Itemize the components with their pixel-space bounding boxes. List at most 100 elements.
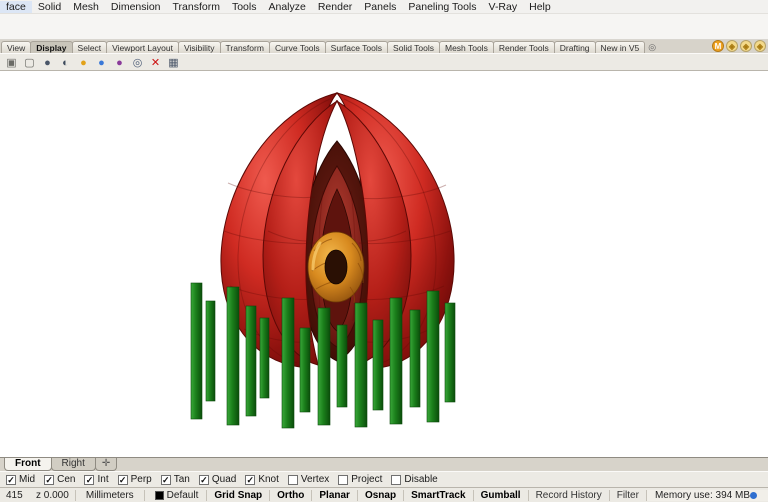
toolbar-tabs: View Display Select Viewport Layout Visibili… (1, 41, 646, 53)
checkbox-cen[interactable]: ✓ (44, 474, 55, 485)
tab-display[interactable]: Display (30, 41, 73, 53)
menu-item-help[interactable]: Help (523, 1, 557, 13)
copy-icon[interactable]: ▢ (21, 54, 38, 70)
green-slat (354, 302, 368, 428)
tab-solid-tools[interactable]: Solid Tools (387, 41, 440, 53)
viewport-3d-model[interactable] (0, 71, 768, 457)
weave-ring-group[interactable] (307, 231, 365, 304)
toolbar-tab-bar: View Display Select Viewport Layout Visibili… (0, 40, 768, 53)
tab-render-tools[interactable]: Render Tools (492, 41, 555, 53)
tab-curve-tools[interactable]: Curve Tools (268, 41, 326, 53)
tab-options-icon[interactable]: ◎ (644, 41, 660, 53)
vray-icon[interactable]: M (712, 40, 724, 52)
status-pane-grid-snap[interactable]: Grid Snap (206, 489, 269, 501)
tab-select[interactable]: Select (71, 41, 108, 53)
viewport-tab-front[interactable]: Front (4, 458, 52, 471)
monitor-icon[interactable]: ▦ (165, 54, 182, 70)
osnap-knot[interactable]: ✓ Knot (245, 474, 279, 485)
tab-mesh-tools[interactable]: Mesh Tools (438, 41, 494, 53)
plugin-icons: M ◈ ◈ ◈ (708, 40, 768, 53)
target-icon[interactable]: ◎ (129, 54, 146, 70)
osnap-label-perp: Perp (130, 474, 152, 485)
osnap-quad[interactable]: ✓ Quad (198, 474, 236, 485)
menu-item-mesh[interactable]: Mesh (67, 1, 105, 13)
osnap-label-mid: Mid (19, 474, 36, 485)
osnap-label-cen: Cen (57, 474, 76, 485)
osnap-project[interactable]: Project (338, 474, 382, 485)
units-pane[interactable]: Millimeters (78, 490, 142, 501)
menu-item-solid[interactable]: Solid (32, 1, 67, 13)
command-area[interactable] (0, 14, 768, 40)
checkbox-disable[interactable] (391, 474, 402, 485)
paste-icon[interactable]: ▣ (3, 54, 20, 70)
checkbox-vertex[interactable] (287, 474, 298, 485)
tab-surface-tools[interactable]: Surface Tools (324, 41, 389, 53)
notification-icon[interactable] (750, 491, 757, 499)
menu-item-face[interactable]: face (0, 0, 32, 13)
blue-ball-icon[interactable]: ● (93, 54, 110, 70)
osnap-tan[interactable]: ✓ Tan (160, 474, 190, 485)
status-pane-gumball[interactable]: Gumball (472, 489, 528, 501)
checkbox-quad[interactable]: ✓ (198, 474, 209, 485)
osnap-cen[interactable]: ✓ Cen (44, 474, 75, 485)
menu-item-tools[interactable]: Tools (226, 1, 263, 13)
tab-visibility[interactable]: Visibility (177, 41, 221, 53)
purple-ball-icon[interactable]: ● (111, 54, 128, 70)
plugin-cube-icon-3[interactable]: ◈ (754, 40, 766, 52)
standard-toolbar: ▣ ▢ ● ◐ ● ● ● ◎ ✕ ▦ (0, 53, 768, 71)
plugin-cube-icon-1[interactable]: ◈ (726, 40, 738, 52)
tab-drafting[interactable]: Drafting (553, 41, 596, 53)
green-slat (336, 324, 348, 408)
checkbox-int[interactable]: ✓ (84, 474, 95, 485)
green-slat (389, 297, 403, 425)
osnap-bar: ✓ Mid ✓ Cen ✓ Int ✓ Perp ✓ Tan ✓ Quad ✓ Knot Vertex Pro… (0, 471, 768, 487)
orange-ball-icon[interactable]: ● (75, 54, 92, 70)
checkbox-project[interactable] (338, 474, 349, 485)
checkbox-knot[interactable]: ✓ (245, 474, 256, 485)
tab-view[interactable]: View (1, 41, 32, 53)
checkbox-mid[interactable]: ✓ (6, 474, 16, 485)
sphere-icon[interactable]: ● (39, 54, 56, 70)
green-slat (205, 300, 216, 402)
half-sphere-icon[interactable]: ◐ (57, 54, 74, 70)
tab-viewport-layout[interactable]: Viewport Layout (106, 41, 179, 53)
coordinate-x: 415 (6, 489, 23, 501)
status-pane-smarttrack[interactable]: SmartTrack (403, 489, 472, 501)
front-viewport[interactable] (0, 71, 768, 457)
osnap-label-knot: Knot (258, 474, 279, 485)
menu-bar: face Solid Mesh Dimension Transform Tools Anal… (0, 0, 768, 14)
osnap-mid[interactable]: ✓ Mid (6, 474, 35, 485)
green-slat (245, 305, 257, 417)
menu-item-paneling-tools[interactable]: Paneling Tools (402, 1, 482, 13)
osnap-label-project: Project (351, 474, 383, 485)
layer-pane[interactable]: Default (147, 490, 207, 501)
status-pane-planar[interactable]: Planar (311, 489, 357, 501)
osnap-disable[interactable]: Disable (391, 474, 438, 485)
status-pane-record-history[interactable]: Record History (527, 489, 609, 501)
osnap-perp[interactable]: ✓ Perp (117, 474, 152, 485)
viewport-tab-bar: Front Right ✛ (0, 457, 768, 471)
green-slat (299, 327, 311, 413)
delete-icon[interactable]: ✕ (147, 54, 164, 70)
menu-item-analyze[interactable]: Analyze (262, 1, 311, 13)
menu-item-transform[interactable]: Transform (167, 1, 226, 13)
menu-item-v-ray[interactable]: V-Ray (483, 1, 524, 13)
status-pane-ortho[interactable]: Ortho (269, 489, 311, 501)
menu-item-panels[interactable]: Panels (358, 1, 402, 13)
layer-name: Default (166, 489, 199, 501)
osnap-int[interactable]: ✓ Int (84, 474, 109, 485)
new-viewport-tab-button[interactable]: ✛ (94, 458, 118, 471)
status-pane-filter[interactable]: Filter (608, 489, 646, 501)
checkbox-tan[interactable]: ✓ (160, 474, 171, 485)
tab-new-in-v5[interactable]: New in V5 (594, 41, 646, 53)
status-pane-osnap[interactable]: Osnap (356, 489, 403, 501)
layer-color-swatch[interactable] (154, 490, 164, 500)
menu-item-dimension[interactable]: Dimension (105, 1, 167, 13)
menu-item-render[interactable]: Render (312, 1, 358, 13)
checkbox-perp[interactable]: ✓ (117, 474, 128, 485)
viewport-tab-right[interactable]: Right (50, 458, 96, 471)
status-bar: 415 z 0.000 Millimeters Default Grid Sna… (0, 487, 768, 502)
osnap-vertex[interactable]: Vertex (287, 474, 329, 485)
tab-transform[interactable]: Transform (219, 41, 270, 53)
plugin-cube-icon-2[interactable]: ◈ (740, 40, 752, 52)
